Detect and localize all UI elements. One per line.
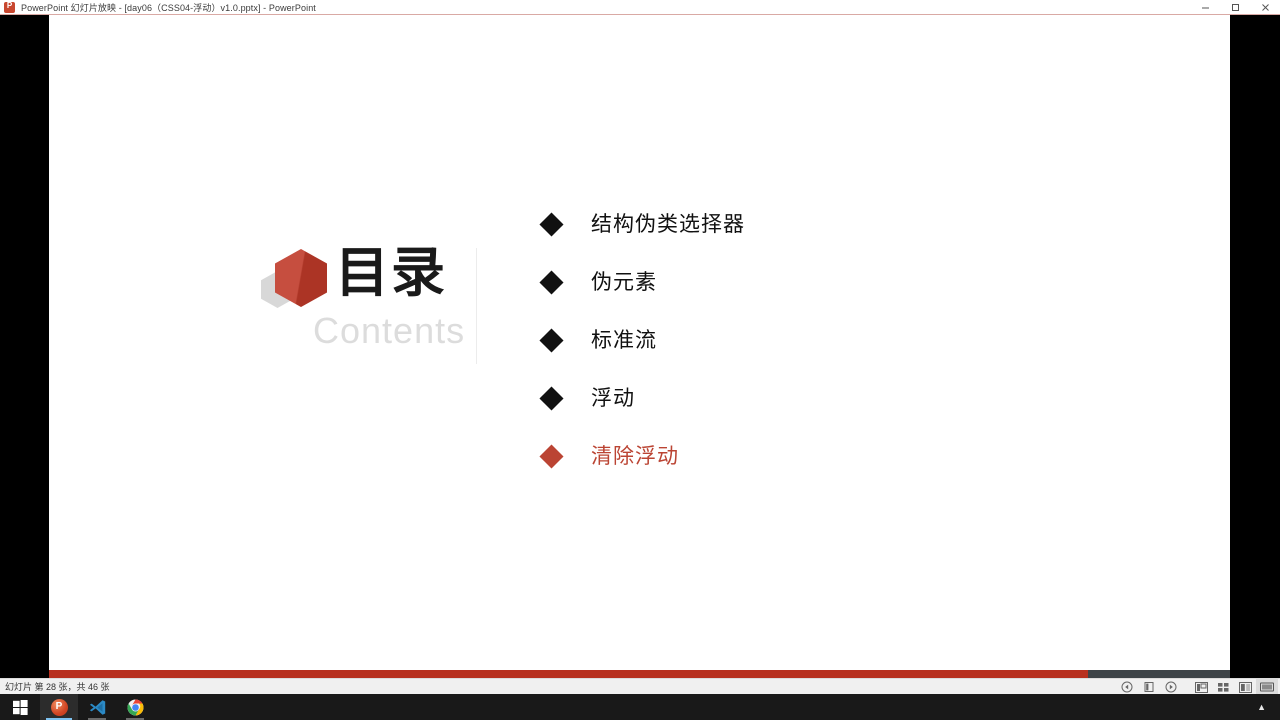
pen-pointer-icon[interactable] (1138, 679, 1160, 695)
contents-list: 结构伪类选择器 伪元素 标准流 浮动 清除浮动 (539, 195, 1063, 485)
system-tray: ▲ (1251, 694, 1280, 720)
previous-slide-icon[interactable] (1116, 679, 1138, 695)
list-item-label: 伪元素 (591, 269, 657, 294)
status-bar-icons (1116, 679, 1278, 695)
vscode-taskbar-icon[interactable] (78, 694, 116, 720)
slide-canvas[interactable]: 目录 Contents 结构伪类选择器 伪元素 标准流 浮动 清除浮动 (49, 15, 1230, 681)
diamond-bullet-icon (539, 385, 564, 411)
list-item-label: 浮动 (591, 385, 635, 410)
vertical-divider (476, 248, 477, 364)
restore-icon[interactable] (1220, 0, 1250, 15)
diamond-bullet-icon (539, 211, 564, 237)
title-bar: PowerPoint 幻灯片放映 - [day06（CSS04-浮动）v1.0.… (0, 0, 1280, 15)
chevron-up-icon[interactable]: ▲ (1251, 702, 1272, 712)
slide-counter-label: 幻灯片 第 28 张，共 46 张 (5, 682, 110, 692)
next-slide-icon[interactable] (1160, 679, 1182, 695)
slideshow-view-icon[interactable] (1256, 679, 1278, 695)
list-item[interactable]: 浮动 (539, 369, 1063, 427)
list-item-label: 清除浮动 (591, 443, 679, 468)
slideshow-stage[interactable]: 目录 Contents 结构伪类选择器 伪元素 标准流 浮动 清除浮动 (0, 15, 1280, 690)
hexagon-logo-icon (261, 249, 329, 309)
taskbar: ▲ (0, 694, 1280, 720)
contents-title-cn: 目录 (335, 241, 447, 304)
list-item-active[interactable]: 清除浮动 (539, 427, 1063, 485)
diamond-bullet-icon (539, 443, 564, 469)
list-item-label: 结构伪类选择器 (591, 211, 745, 236)
window-title: PowerPoint 幻灯片放映 - [day06（CSS04-浮动）v1.0.… (21, 2, 316, 13)
contents-title-en: Contents (313, 310, 466, 351)
normal-view-icon[interactable] (1190, 679, 1212, 695)
window-controls (1190, 0, 1280, 15)
windows-start-icon[interactable] (0, 694, 40, 720)
close-icon[interactable] (1250, 0, 1280, 15)
status-bar: 幻灯片 第 28 张，共 46 张 (0, 678, 1280, 695)
diamond-bullet-icon (539, 327, 564, 353)
powerpoint-icon (4, 1, 15, 13)
list-item[interactable]: 伪元素 (539, 253, 1063, 311)
chrome-taskbar-icon[interactable] (116, 694, 154, 720)
minimize-icon[interactable] (1190, 0, 1220, 15)
powerpoint-taskbar-icon[interactable] (40, 694, 78, 720)
list-item[interactable]: 结构伪类选择器 (539, 195, 1063, 253)
contents-logo: 目录 Contents (261, 243, 476, 363)
list-item[interactable]: 标准流 (539, 311, 1063, 369)
list-item-label: 标准流 (591, 327, 657, 352)
reading-view-icon[interactable] (1234, 679, 1256, 695)
slide-sorter-icon[interactable] (1212, 679, 1234, 695)
diamond-bullet-icon (539, 269, 564, 295)
